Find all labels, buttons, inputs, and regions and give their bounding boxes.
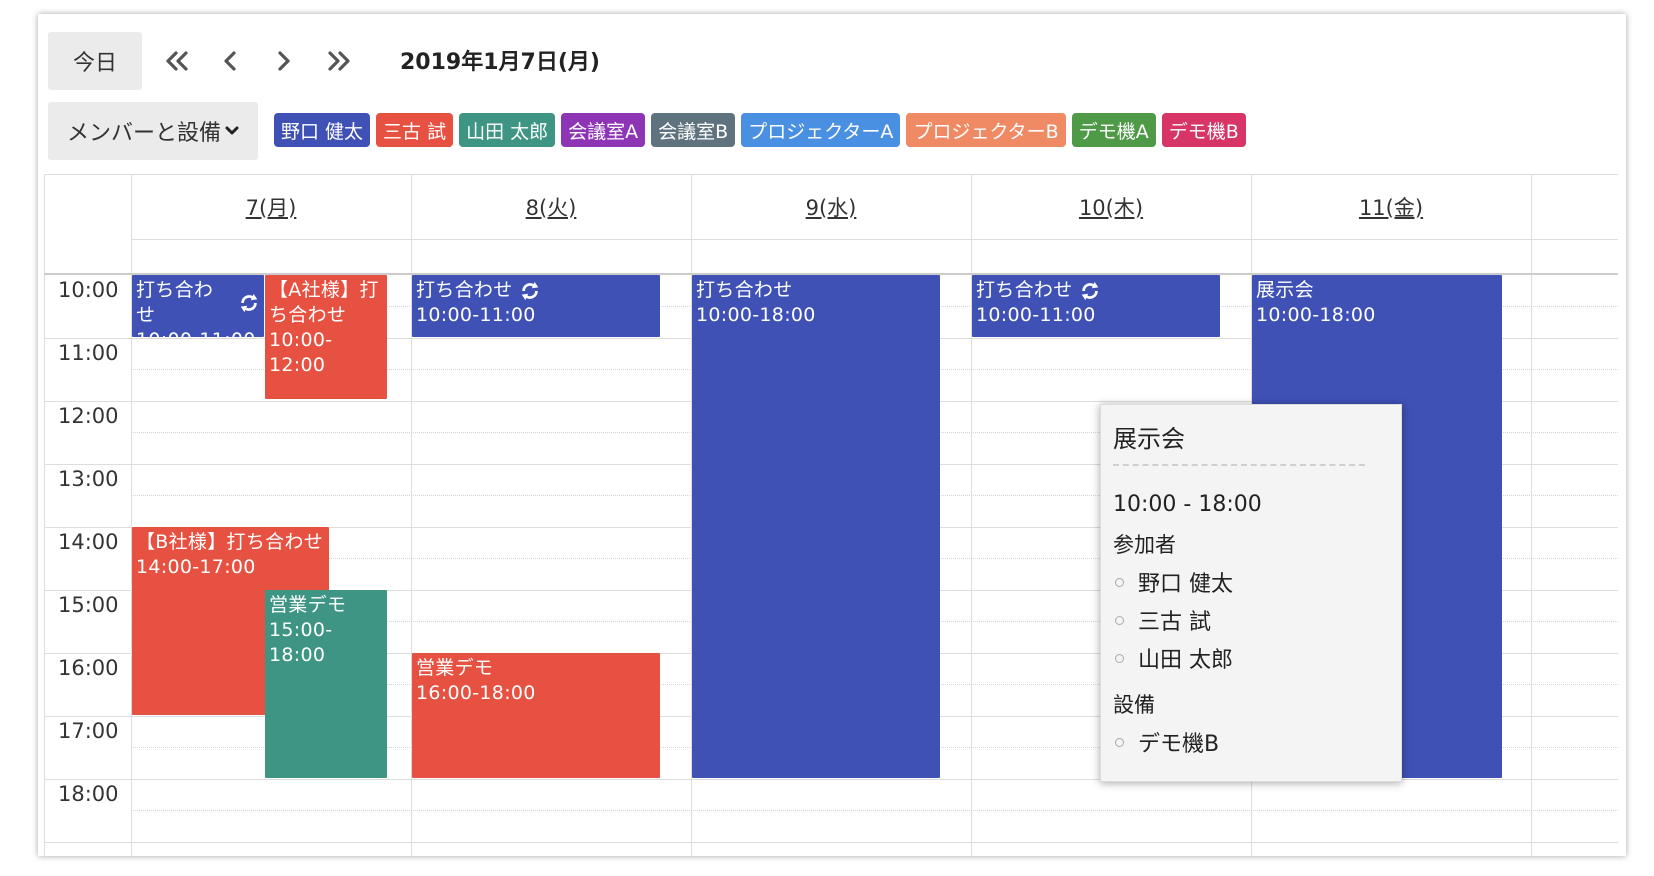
event-time: 14:00-17:00 [136, 556, 256, 578]
event-time: 16:00-18:00 [416, 682, 536, 704]
resource-tag[interactable]: プロジェクターA [741, 113, 901, 147]
time-label: 18:00 [58, 782, 119, 806]
bullet-icon [1115, 615, 1124, 625]
event-time: 10:00-12:00 [269, 329, 333, 376]
day-header[interactable]: 9(水) [691, 175, 971, 239]
equipment-heading: 設備 [1113, 693, 1155, 717]
current-date-title: 2019年1月7日(月) [400, 50, 600, 75]
event-time: 10:00-11:00 [976, 304, 1096, 326]
resource-tag[interactable]: プロジェクターB [906, 113, 1066, 147]
event-title: 打ち合わせ [696, 279, 793, 301]
event-title: 【A社様】打ち合わせ [269, 279, 379, 326]
resource-tags: 野口 健太 三古 試 山田 太郎 会議室A 会議室B プロジェクターA プロジェ… [274, 113, 1246, 147]
time-label: 10:00 [58, 278, 119, 302]
bullet-icon [1115, 577, 1124, 587]
resource-tag[interactable]: 野口 健太 [274, 113, 371, 147]
bullet-icon [1115, 653, 1124, 663]
list-item: 野口 健太 [1113, 563, 1389, 601]
event-block[interactable]: 打ち合わせ 10:00-11:00 [412, 275, 660, 337]
day-header[interactable]: 8(火) [411, 175, 691, 239]
resource-tag[interactable]: デモ機B [1161, 113, 1246, 147]
participant-name: 野口 健太 [1138, 572, 1233, 597]
recurring-icon [521, 281, 538, 300]
day-header[interactable]: 7(月) [131, 175, 411, 239]
participants-list: 野口 健太 三古 試 山田 太郎 [1113, 563, 1389, 677]
event-title: 営業デモ [416, 657, 494, 679]
double-chevron-right-icon [328, 51, 350, 71]
time-label: 14:00 [58, 530, 119, 554]
double-chevron-left-icon [166, 51, 188, 71]
event-title: 展示会 [1256, 279, 1314, 301]
event-title: 打ち合わせ [976, 279, 1073, 301]
participants-heading: 参加者 [1113, 533, 1176, 557]
event-title: 打ち合わせ [136, 279, 214, 326]
time-label: 16:00 [58, 656, 119, 680]
chevron-right-icon [278, 51, 290, 71]
event-block[interactable]: 営業デモ 15:00-18:00 [265, 590, 387, 778]
resource-tag[interactable]: 三古 試 [376, 113, 454, 147]
popover-title: 展示会 [1113, 419, 1365, 466]
event-block[interactable]: 【A社様】打ち合わせ 10:00-12:00 [265, 275, 387, 399]
bullet-icon [1115, 737, 1124, 747]
time-label: 12:00 [58, 404, 119, 428]
resource-tag[interactable]: 山田 太郎 [459, 113, 556, 147]
resource-tag[interactable]: 会議室A [561, 113, 646, 147]
resource-tag[interactable]: デモ機A [1071, 113, 1156, 147]
equipment-name: デモ機B [1138, 732, 1220, 757]
list-item: 山田 太郎 [1113, 639, 1389, 677]
event-title: 営業デモ [269, 594, 347, 616]
day-header[interactable]: 11(金) [1251, 175, 1531, 239]
recurring-icon [240, 293, 258, 313]
event-time: 10:00-18:00 [696, 304, 816, 326]
toolbar: 今日 2019年1月7日(月) メンバーと設備 野口 健太 三古 試 山田 太郎… [38, 14, 1626, 174]
list-item: デモ機B [1113, 723, 1389, 761]
next-day-button[interactable] [264, 42, 304, 80]
participant-name: 三古 試 [1138, 610, 1211, 635]
time-label: 17:00 [58, 719, 119, 743]
day-header[interactable]: 10(木) [971, 175, 1251, 239]
event-time: 15:00-18:00 [269, 619, 333, 666]
event-time: 10:00-11:00 [136, 328, 260, 337]
event-time: 10:00-11:00 [416, 304, 536, 326]
time-label: 15:00 [58, 593, 119, 617]
equipment-list: デモ機B [1113, 723, 1389, 761]
list-item: 三古 試 [1113, 601, 1389, 639]
event-block[interactable]: 営業デモ 16:00-18:00 [412, 653, 660, 778]
participant-name: 山田 太郎 [1138, 648, 1233, 673]
member-filter-dropdown[interactable]: メンバーと設備 [48, 102, 258, 160]
event-detail-popover: 展示会 10:00 - 18:00 参加者 野口 健太 三古 試 山田 太郎 設… [1100, 404, 1402, 782]
event-block[interactable]: 打ち合わせ 10:00-11:00 [132, 275, 264, 337]
time-label: 11:00 [58, 341, 119, 365]
time-label: 13:00 [58, 467, 119, 491]
event-time: 10:00-18:00 [1256, 304, 1376, 326]
prev-day-button[interactable] [210, 42, 250, 80]
member-filter-label: メンバーと設備 [66, 121, 221, 146]
resource-tag[interactable]: 会議室B [651, 113, 736, 147]
chevron-left-icon [224, 51, 236, 71]
next-week-button[interactable] [320, 42, 360, 80]
popover-time: 10:00 - 18:00 [1113, 492, 1262, 517]
event-block[interactable]: 打ち合わせ 10:00-18:00 [692, 275, 940, 778]
today-button[interactable]: 今日 [48, 32, 142, 90]
event-title: 打ち合わせ [416, 279, 513, 301]
chevron-down-icon [225, 126, 239, 135]
event-block[interactable]: 打ち合わせ 10:00-11:00 [972, 275, 1220, 337]
recurring-icon [1081, 281, 1098, 300]
event-title: 【B社様】打ち合わせ [136, 531, 324, 553]
prev-week-button[interactable] [156, 42, 196, 80]
